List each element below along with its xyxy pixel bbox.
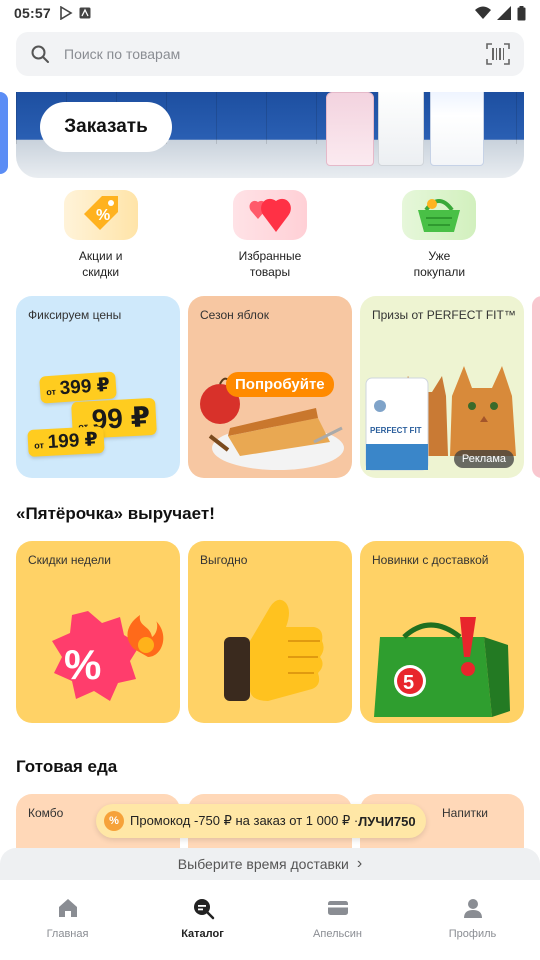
search-icon — [31, 45, 49, 63]
product-bottle-white — [378, 92, 424, 166]
quick-categories: % Акции и скидки Избранные товары Уже по… — [16, 190, 524, 282]
status-notification-icons — [59, 6, 91, 20]
product-bottle-pink — [326, 92, 374, 166]
thumbs-up-icon — [224, 599, 324, 701]
quick-item-label: Уже покупали — [413, 249, 466, 279]
play-store-icon — [60, 6, 73, 20]
percent-icon: % — [104, 811, 124, 831]
price-tag: от 399 ₽ — [39, 371, 117, 404]
card-icon — [327, 901, 348, 915]
bottom-nav: Главная Каталог Апельсин Профиль — [0, 880, 540, 960]
nav-label: Апельсин — [313, 928, 362, 940]
card-title: Напитки — [442, 806, 488, 820]
quick-item-bought-before[interactable]: Уже покупали — [369, 190, 509, 282]
nav-label: Главная — [46, 928, 89, 940]
nav-item-home[interactable]: Главная — [13, 896, 123, 940]
promo-carousel: Фиксируем цены от399 ₽ от99 ₽ от199 ₽ Се… — [16, 296, 540, 480]
quick-item-label: Акции и скидки — [78, 249, 123, 279]
status-bar: 05:57 — [0, 0, 540, 26]
card-title: Фиксируем цены — [28, 308, 122, 322]
signal-icon — [497, 6, 511, 20]
saves-carousel: Скидки недели % Выгодно Новинки с достав… — [16, 541, 536, 725]
save-card-weekly-discounts[interactable]: Скидки недели % — [16, 541, 180, 723]
catalog-search-icon — [193, 899, 214, 920]
save-card-profitable[interactable]: Выгодно — [188, 541, 352, 723]
promo-text: Промокод -750 ₽ на заказ от 1 000 ₽ · — [130, 813, 359, 828]
previous-banner-edge[interactable] — [0, 92, 8, 174]
profile-icon — [463, 899, 482, 918]
battery-icon — [517, 5, 526, 20]
promo-card-fixed-prices[interactable]: Фиксируем цены от399 ₽ от99 ₽ от199 ₽ — [16, 296, 180, 478]
promo-card-perfect-fit[interactable]: Призы от PERFECT FIT™ PERFECT FIT Реклам… — [360, 296, 524, 478]
app-notification-icon — [79, 7, 91, 19]
barcode-scan-icon[interactable] — [486, 43, 510, 65]
delivery-bag-icon: 5 — [374, 617, 510, 717]
promo-code-pill[interactable]: % Промокод -750 ₽ на заказ от 1 000 ₽ · … — [96, 804, 426, 838]
promo-card-apple-season[interactable]: Сезон яблок Попробуйте — [188, 296, 352, 478]
section-title-ready-food: Готовая еда — [16, 757, 118, 776]
hearts-icon — [249, 198, 291, 232]
nav-item-catalog[interactable]: Каталог — [148, 896, 258, 940]
save-card-new-delivery[interactable]: Новинки с доставкой 5 — [360, 541, 524, 723]
ad-badge: Реклама — [453, 450, 514, 468]
nav-label: Профиль — [448, 928, 497, 940]
nav-item-profile[interactable]: Профиль — [418, 896, 528, 940]
search-bar[interactable] — [16, 32, 524, 76]
quick-item-promotions[interactable]: % Акции и скидки — [31, 190, 171, 282]
hero-banner[interactable]: Заказать — [16, 92, 524, 178]
status-system-icons — [475, 5, 526, 21]
home-icon — [58, 899, 77, 917]
svg-text:5: 5 — [403, 672, 414, 694]
quick-item-label: Избранные товары — [238, 249, 302, 279]
discount-tag-icon: % — [83, 196, 118, 230]
svg-text:%: % — [96, 207, 110, 224]
pack-label: PERFECT FIT — [370, 426, 422, 435]
nav-item-orange-card[interactable]: Апельсин — [283, 896, 393, 940]
promo-code: ЛУЧИ750 — [358, 813, 416, 829]
section-title-saves: «Пятёрочка» выручает! — [16, 504, 215, 523]
product-bottle-blue — [430, 92, 484, 166]
basket-icon — [418, 199, 461, 232]
price-tag: от 199 ₽ — [27, 426, 105, 457]
svg-text:%: % — [64, 641, 101, 688]
percent-badge-icon: % — [52, 611, 164, 701]
chevron-right-icon: › — [356, 855, 363, 872]
search-input[interactable] — [64, 46, 486, 62]
delivery-label: Выберите время доставки — [177, 856, 349, 872]
order-button[interactable]: Заказать — [40, 102, 172, 152]
nav-label: Каталог — [181, 928, 224, 940]
wifi-icon — [475, 6, 491, 19]
promo-card-next-peek[interactable] — [532, 296, 540, 478]
try-badge: Попробуйте — [226, 372, 334, 397]
delivery-time-bar[interactable]: Выберите время доставки › — [0, 848, 540, 880]
card-title: Комбо — [28, 806, 64, 820]
status-time: 05:57 — [14, 5, 51, 21]
quick-item-favorites[interactable]: Избранные товары — [200, 190, 340, 282]
